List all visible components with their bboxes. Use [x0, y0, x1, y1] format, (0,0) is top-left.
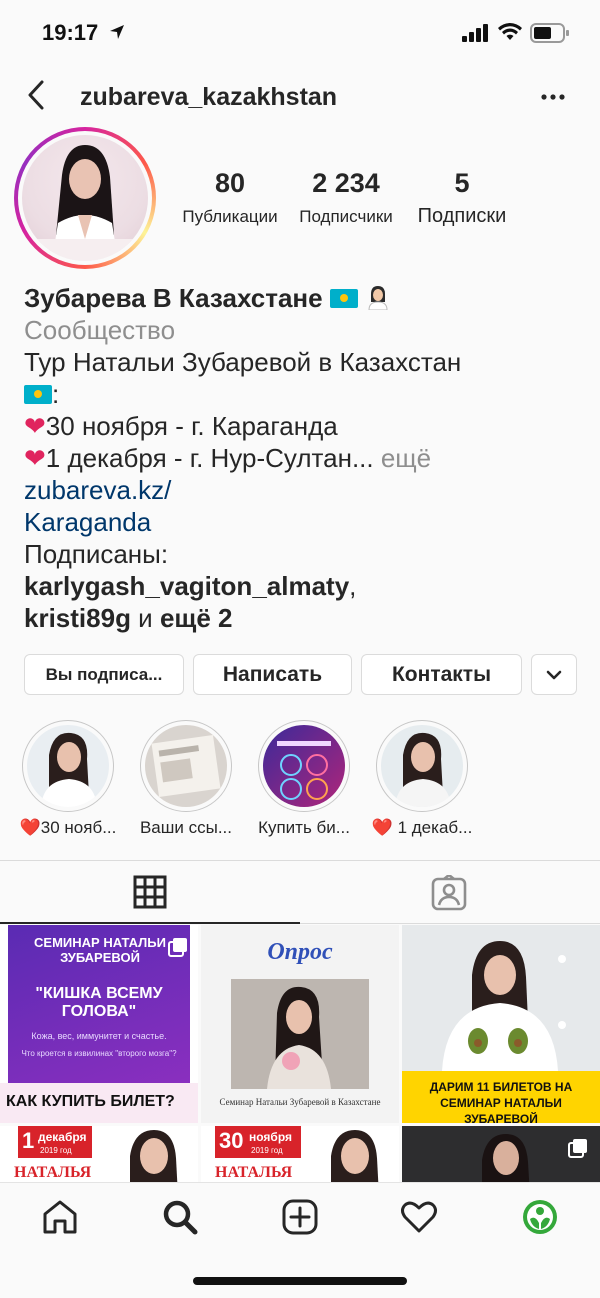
tab-grid[interactable]	[0, 861, 300, 924]
post-caption: ДАРИМ 11 БИЛЕТОВ НА СЕМИНАР НАТАЛЬИ ЗУБА…	[429, 1080, 573, 1123]
followed-by-label: Подписаны:	[24, 539, 169, 569]
bio-line1: Тур Натальи Зубаревой в Казахстан	[24, 347, 462, 377]
profile-display-name: Зубарева В Казахстане	[24, 283, 323, 313]
profile-avatar-ring[interactable]	[14, 127, 156, 269]
highlight-thumbnail	[145, 725, 227, 807]
suggestions-dropdown-button[interactable]	[531, 654, 577, 695]
post-thumbnail[interactable]: ДАРИМ 11 БИЛЕТОВ НА СЕМИНАР НАТАЛЬИ ЗУБА…	[402, 925, 600, 1123]
grid-icon	[133, 875, 167, 909]
highlight-caption: Ваши ссы...	[139, 818, 233, 837]
battery-icon	[530, 23, 569, 43]
post-subtitle: Кожа, вес, иммунитет и счастье.	[31, 1031, 167, 1041]
home-indicator	[193, 1277, 407, 1285]
post-date-number: 30	[219, 1128, 244, 1153]
tab-tagged[interactable]	[300, 861, 600, 924]
post-photo	[402, 925, 600, 1071]
kazakhstan-flag-icon	[329, 289, 358, 308]
cellular-signal-icon	[462, 24, 488, 42]
avatar	[22, 135, 148, 261]
stat-followers-value: 2 234	[312, 168, 380, 198]
post-thumbnail[interactable]: СЕМИНАР НАТАЛЬИ ЗУБАРЕВОЙ "КИШКА ВСЕМУ Г…	[0, 925, 198, 1123]
bio-colon: :	[52, 379, 60, 409]
location-arrow-icon	[110, 25, 124, 39]
kazakhstan-flag-icon	[24, 385, 52, 404]
post-caption: КАК КУПИТЬ БИЛЕТ?	[6, 1093, 175, 1110]
highlight-thumbnail	[381, 725, 463, 807]
stat-following-value: 5	[454, 168, 470, 198]
profile-tabs	[0, 860, 600, 924]
post-photo	[231, 979, 369, 1089]
followed-by-user2[interactable]: kristi89g	[24, 603, 131, 633]
stat-followers[interactable]: 2 234 Подписчики	[290, 168, 402, 227]
followed-by-and: и	[130, 603, 160, 633]
bio-event2: 1 декабря - г. Нур-Султан	[45, 443, 352, 473]
multiple-photos-icon	[168, 938, 187, 957]
stat-followers-label: Подписчики	[299, 207, 393, 226]
post-date-month: ноября	[249, 1130, 293, 1144]
post-thumbnail[interactable]: Опрос Семинар Натальи Зубаревой в Казахс…	[201, 925, 399, 1123]
red-heart-icon: ❤	[24, 411, 46, 441]
more-options-icon[interactable]	[540, 84, 566, 110]
stat-following-label: Подписки	[417, 205, 507, 227]
bio-ellipsis: ...	[351, 443, 374, 473]
highlight-thumbnail	[263, 725, 345, 807]
bio-website-link-1[interactable]: zubareva.kz/	[24, 474, 584, 506]
post-title: Опрос	[267, 939, 333, 965]
stat-posts-label: Публикации	[182, 207, 278, 226]
followed-by-more[interactable]: ещё 2	[160, 603, 233, 633]
profile-header: zubareva_kazakhstan	[0, 70, 600, 124]
chevron-down-icon	[546, 670, 562, 679]
tagged-user-icon	[431, 875, 467, 911]
post-name: НАТАЛЬЯ	[215, 1164, 293, 1181]
post-date-number: 1	[22, 1128, 35, 1153]
message-button[interactable]: Написать	[193, 654, 352, 695]
multiple-photos-icon	[568, 1139, 587, 1158]
bio-event1: 30 ноября - г. Караганда	[45, 411, 338, 441]
highlight-thumbnail	[27, 725, 109, 807]
highlight-caption: ❤️30 нояб...	[19, 818, 117, 837]
profile-category: Сообщество	[24, 315, 176, 345]
following-button[interactable]: Вы подписа...	[24, 654, 184, 695]
story-highlight[interactable]: ❤️ 1 декаб...	[372, 720, 472, 837]
post-year: 2019 год	[40, 1146, 72, 1155]
post-date-month: декабря	[38, 1130, 87, 1144]
status-bar: 19:17	[0, 0, 600, 66]
post-year: 2019 год	[251, 1146, 283, 1155]
back-arrow-icon[interactable]	[22, 78, 52, 112]
story-highlight[interactable]: ❤️30 нояб...	[20, 720, 116, 837]
post-name: НАТАЛЬЯ	[14, 1164, 92, 1181]
contacts-button[interactable]: Контакты	[361, 654, 522, 695]
status-time: 19:17	[42, 20, 99, 45]
red-heart-icon: ❤	[24, 443, 46, 473]
post-title: СЕМИНАР НАТАЛЬИ ЗУБАРЕВОЙ	[34, 935, 166, 965]
post-caption: Семинар Натальи Зубаревой в Казахстане	[219, 1097, 381, 1107]
followed-by-user1[interactable]: karlygash_vagiton_almaty	[24, 571, 349, 601]
new-post-icon[interactable]	[280, 1197, 320, 1237]
followed-by-comma: ,	[349, 571, 357, 601]
profile-username: zubareva_kazakhstan	[80, 83, 338, 111]
post-headline: "КИШКА ВСЕМУ ГОЛОВА"	[35, 985, 163, 1020]
search-icon[interactable]	[160, 1197, 200, 1237]
activity-heart-icon[interactable]	[399, 1197, 439, 1237]
stat-following[interactable]: 5 Подписки	[408, 168, 516, 228]
profile-avatar-icon[interactable]	[520, 1197, 560, 1237]
bio-website-link-2[interactable]: Karaganda	[24, 506, 584, 538]
stat-posts-value: 80	[214, 168, 246, 198]
profile-bio: Зубарева В Казахстане Сообщество Тур Нат…	[24, 282, 584, 634]
stat-posts[interactable]: 80 Публикации	[176, 168, 284, 227]
home-icon[interactable]	[40, 1197, 80, 1237]
doctor-emoji-icon	[365, 284, 391, 311]
wifi-icon	[498, 23, 522, 40]
bio-more-link[interactable]: ещё	[374, 443, 431, 473]
post-subtitle: Что кроется в извилинах "второго мозга"?	[21, 1049, 177, 1058]
story-highlight[interactable]: Ваши ссы...	[138, 720, 234, 837]
story-highlight[interactable]: Купить би...	[256, 720, 352, 837]
highlight-caption: Купить би...	[258, 818, 350, 837]
highlight-caption: ❤️ 1 декаб...	[371, 818, 473, 837]
